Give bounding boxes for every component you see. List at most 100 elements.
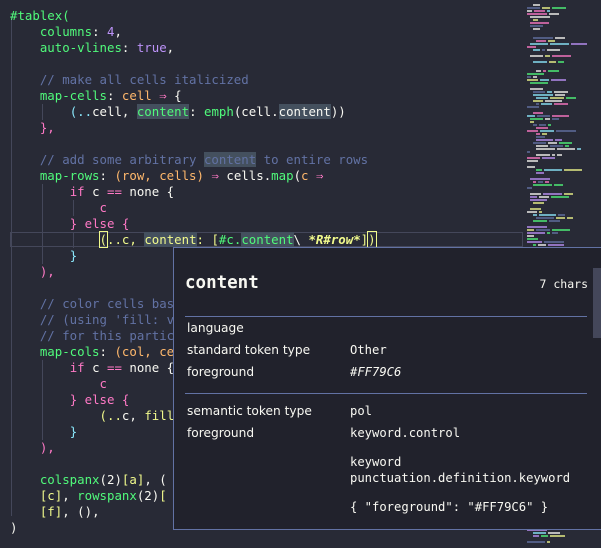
code-line[interactable]: } else {	[10, 216, 130, 232]
code-token: [	[159, 488, 167, 503]
minimap-line	[552, 232, 558, 234]
code-token: {	[166, 88, 182, 103]
code-line[interactable]: if c == none {	[10, 184, 174, 200]
minimap-line	[556, 130, 576, 132]
hover-token-title: content	[185, 273, 259, 293]
code-line[interactable]: auto-vlines: true,	[10, 40, 174, 56]
code-line[interactable]: map-cells: cell ⇒ {	[10, 88, 182, 104]
minimap-line	[533, 220, 547, 222]
code-token: c	[99, 376, 107, 391]
minimap-line	[550, 145, 563, 147]
minimap-line	[542, 49, 545, 51]
minimap-line	[544, 241, 564, 243]
code-line[interactable]: },	[10, 120, 55, 136]
minimap-line	[566, 97, 576, 99]
code-line[interactable]: c	[10, 376, 107, 392]
code-line[interactable]: #tablex(	[10, 8, 70, 24]
code-line[interactable]: if c == none {	[10, 360, 174, 376]
minimap-line	[548, 124, 551, 126]
code-line[interactable]: )	[10, 520, 17, 536]
code-line[interactable]: } else {	[10, 392, 130, 408]
code-token: #c.	[218, 232, 242, 247]
minimap-line	[533, 202, 544, 204]
code-line[interactable]: (..cell, content: emph(cell.content))	[10, 104, 346, 120]
minimap-line	[533, 91, 545, 93]
hover-scrollbar[interactable]	[593, 268, 601, 338]
minimap-line	[527, 79, 538, 81]
code-line[interactable]: columns: 4,	[10, 24, 122, 40]
code-line[interactable]: // add some arbitrary content to entire …	[10, 152, 368, 168]
minimap-line	[547, 10, 550, 12]
code-token: [a]	[121, 472, 145, 487]
code-token: if	[69, 184, 85, 199]
minimap-line	[552, 7, 566, 9]
minimap-line	[555, 94, 565, 96]
code-token: ,	[62, 488, 78, 503]
minimap-line	[533, 181, 536, 183]
minimap-line	[533, 112, 543, 114]
code-line[interactable]: map-rows: (row, cells) ⇒ cells.map(c ⇒	[10, 168, 324, 184]
code-token: , (	[144, 472, 167, 487]
code-line[interactable]: [c], rowspanx(2)[	[10, 488, 167, 504]
minimap-line	[551, 196, 569, 198]
minimap-line	[538, 244, 546, 246]
minimap-line	[543, 70, 546, 72]
code-line[interactable]: colspanx(2)[a], (	[10, 472, 167, 488]
code-token: emph	[203, 104, 234, 119]
minimap-line	[527, 157, 540, 159]
code-token: none {	[121, 360, 175, 375]
code-token: (	[98, 231, 109, 248]
minimap-line	[530, 121, 534, 123]
minimap-line	[527, 115, 535, 117]
code-line[interactable]: ),	[10, 264, 55, 280]
minimap-line	[536, 139, 553, 141]
semantic-foreground-label: foreground	[187, 426, 255, 440]
minimap-line	[533, 94, 553, 96]
minimap-line	[545, 118, 550, 120]
code-line[interactable]: (..c, fill:	[10, 408, 189, 424]
minimap-line	[533, 4, 540, 6]
minimap-line	[548, 142, 557, 144]
code-token: } else {	[69, 216, 130, 231]
minimap-line	[552, 115, 569, 117]
minimap-line	[533, 100, 543, 102]
minimap-line	[527, 541, 545, 543]
code-token: :	[92, 24, 107, 39]
code-line[interactable]: }	[10, 248, 77, 264]
code-token: ==	[107, 360, 122, 375]
code-line[interactable]: // make all cells italicized	[10, 72, 249, 88]
minimap-line	[557, 154, 562, 156]
minimap-line	[558, 214, 565, 216]
code-line[interactable]: }	[10, 424, 77, 440]
minimap-line	[564, 193, 573, 195]
code-token: colspanx	[39, 472, 100, 487]
code-token: ==	[107, 184, 122, 199]
code-token: )	[367, 231, 377, 248]
minimap-line	[542, 133, 547, 135]
minimap-line	[533, 532, 546, 534]
code-line[interactable]: [f], (),	[10, 504, 100, 520]
minimap-line	[539, 124, 546, 126]
highlighted-token: content	[278, 104, 331, 119]
code-line[interactable]: (..c, content: [#c.content\ *R#row*])	[10, 231, 377, 248]
minimap-line	[527, 166, 535, 168]
code-token: [f]	[39, 504, 63, 519]
minimap-line	[527, 10, 532, 12]
code-line[interactable]: c	[10, 200, 107, 216]
code-token: cells	[226, 168, 264, 183]
minimap-line	[542, 7, 550, 9]
minimap-line	[551, 79, 566, 81]
minimap-line	[527, 160, 538, 162]
code-token: :	[121, 40, 137, 55]
highlighted-token: content	[144, 232, 197, 247]
code-line[interactable]: ),	[10, 440, 55, 456]
